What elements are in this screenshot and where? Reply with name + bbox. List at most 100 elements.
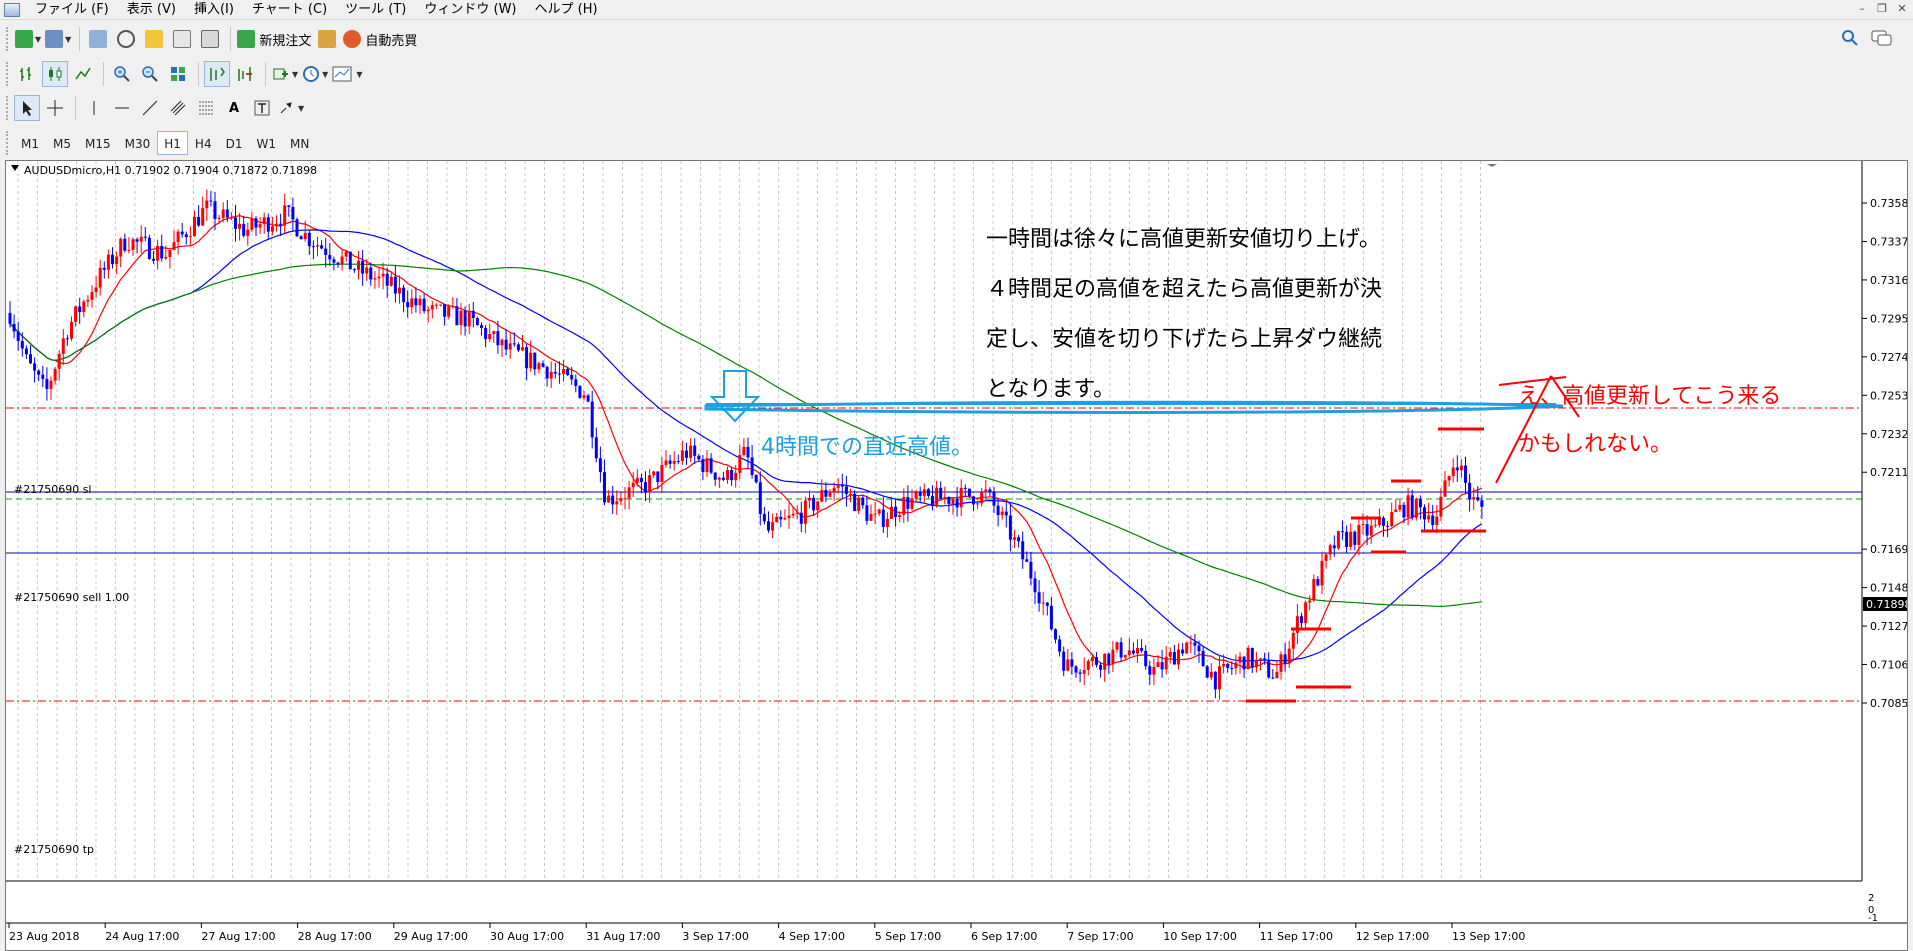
candle-body [209, 200, 213, 202]
terminal-button[interactable] [169, 26, 195, 52]
text-button[interactable]: A [221, 95, 247, 121]
timeframe-w1[interactable]: W1 [249, 131, 283, 155]
candle-body [1386, 525, 1390, 527]
chart-window[interactable]: 0.73580 0.73370 0.73160 0.72950 0.72740 0.725… [5, 160, 1908, 951]
date-tick-label: 23 Aug 2018 [9, 930, 79, 943]
candle-body [254, 218, 258, 228]
terminal-icon [173, 30, 192, 48]
candle-body [1070, 659, 1074, 667]
candle-body [1029, 561, 1033, 579]
candle-body [1185, 642, 1189, 654]
candle-body [1082, 669, 1086, 674]
menu-tools[interactable]: ツール (T) [336, 0, 415, 20]
candle-body [324, 248, 328, 255]
meta-editor-button[interactable] [314, 26, 340, 52]
candle-body [976, 503, 980, 505]
templates-button[interactable]: ▼ [331, 61, 363, 87]
chat-icon[interactable] [1871, 29, 1893, 50]
candle-body [279, 223, 283, 226]
horizontal-line-button[interactable] [109, 95, 135, 121]
zoom-in-button[interactable] [109, 61, 135, 87]
minimize-icon[interactable]: – [1855, 2, 1869, 16]
candle-body [451, 306, 455, 308]
timeframe-h4[interactable]: H4 [188, 131, 219, 155]
timeframe-m5[interactable]: M5 [46, 131, 78, 155]
candle-body [1111, 649, 1115, 665]
candlestick-icon [49, 67, 62, 81]
date-tick-label: 13 Sep 17:00 [1452, 930, 1525, 943]
candle-body [1455, 467, 1459, 471]
tile-windows-button[interactable] [165, 61, 191, 87]
arrows-button[interactable]: ▼ [277, 95, 305, 121]
new-order-button[interactable]: 新規注文 [236, 26, 312, 52]
bar-chart-button[interactable] [14, 61, 40, 87]
candle-body [426, 309, 430, 312]
candle-body [1406, 495, 1410, 518]
zoom-out-button[interactable] [137, 61, 163, 87]
candlestick-button[interactable] [42, 61, 68, 87]
menu-chart[interactable]: チャート (C) [243, 0, 336, 20]
channel-button[interactable] [165, 95, 191, 121]
candle-body [787, 515, 791, 519]
auto-scroll-button[interactable] [204, 61, 230, 87]
candle-body [1435, 516, 1439, 526]
timeframe-m1[interactable]: M1 [14, 131, 46, 155]
candle-body [668, 460, 672, 464]
navigator-button[interactable] [141, 26, 167, 52]
periods-button[interactable]: ▼ [301, 61, 329, 87]
chart-shift-button[interactable] [232, 61, 258, 87]
close-icon[interactable]: ✕ [1895, 2, 1909, 16]
candle-body [726, 470, 729, 480]
candle-body [922, 489, 926, 496]
auto-trading-button[interactable]: 自動売買 [342, 26, 418, 52]
vertical-line-button[interactable] [81, 95, 107, 121]
indicators-button[interactable]: ▼ [271, 61, 299, 87]
menu-file[interactable]: ファイル (F) [26, 0, 118, 20]
market-watch-button[interactable] [85, 26, 111, 52]
chart-shift-marker-icon[interactable] [1487, 164, 1497, 167]
trendline-button[interactable] [137, 95, 163, 121]
menu-view[interactable]: 表示 (V) [118, 0, 185, 20]
candle-body [1357, 524, 1361, 545]
cursor-button[interactable] [14, 95, 40, 121]
candle-body [1373, 524, 1377, 526]
timeframe-m30[interactable]: M30 [118, 131, 158, 155]
crosshair-button[interactable] [42, 95, 68, 121]
candle-body [369, 267, 373, 280]
text-label-button[interactable] [249, 95, 275, 121]
candle-body [877, 509, 881, 514]
timeframe-d1[interactable]: D1 [219, 131, 250, 155]
candle-body [549, 371, 553, 379]
line-chart-button[interactable] [70, 61, 96, 87]
timeframe-m15[interactable]: M15 [78, 131, 118, 155]
candle-body [1349, 531, 1353, 547]
timeframe-mn[interactable]: MN [283, 131, 316, 155]
candle-body [1115, 642, 1119, 650]
timeframe-h1[interactable]: H1 [157, 131, 188, 155]
menu-window[interactable]: ウィンドウ (W) [415, 0, 525, 20]
candle-body [303, 232, 307, 240]
new-chart-button[interactable]: ▼ [14, 26, 42, 52]
tester-icon [201, 30, 220, 48]
candle-body [82, 301, 86, 313]
candle-body [37, 370, 41, 375]
candle-body [676, 460, 680, 462]
candle-body [1140, 648, 1144, 651]
candle-body [988, 489, 992, 493]
candle-body [1021, 541, 1025, 560]
strategy-tester-button[interactable] [197, 26, 223, 52]
candle-body [828, 492, 832, 497]
profiles-button[interactable]: ▼ [44, 26, 72, 52]
fibonacci-button[interactable] [193, 95, 219, 121]
candle-body [508, 343, 512, 350]
candle-body [1390, 512, 1394, 527]
menu-insert[interactable]: 挿入(I) [185, 0, 243, 20]
search-icon[interactable] [1841, 29, 1859, 50]
price-chart[interactable]: 0.73580 0.73370 0.73160 0.72950 0.72740 0.725… [6, 161, 1907, 950]
candle-body [672, 460, 676, 464]
data-window-button[interactable] [113, 26, 139, 52]
date-tick-label: 11 Sep 17:00 [1260, 930, 1333, 943]
restore-icon[interactable]: ❐ [1875, 2, 1889, 16]
candle-body [1164, 656, 1168, 670]
menu-help[interactable]: ヘルプ (H) [526, 0, 607, 20]
